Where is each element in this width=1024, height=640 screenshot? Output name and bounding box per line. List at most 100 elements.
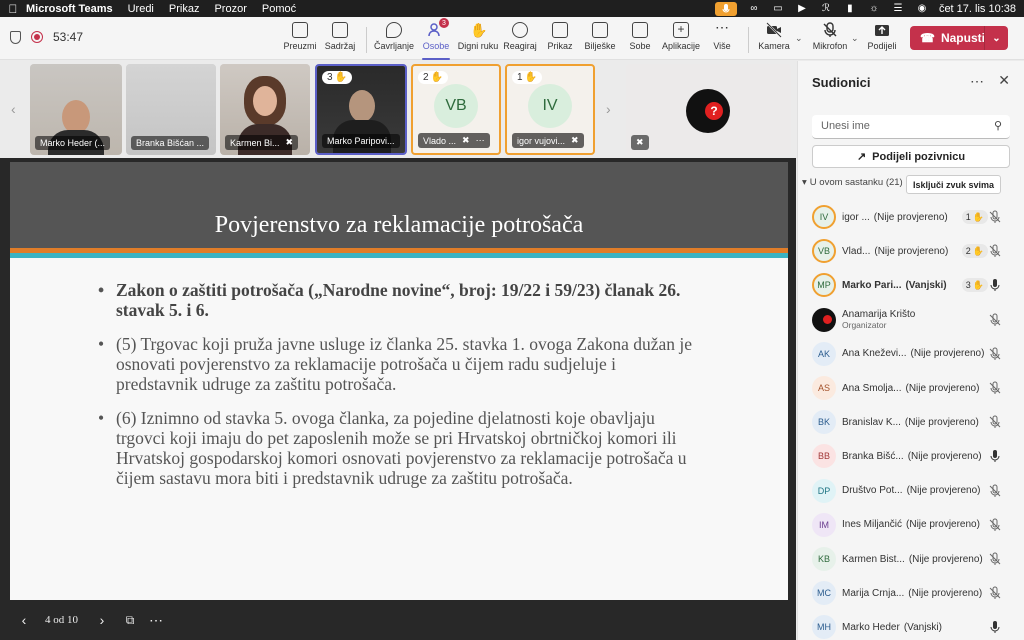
- participant-tag: (Nije provjereno): [906, 519, 980, 531]
- participant-row[interactable]: BB Branka Bišć... (Nije provjereno): [812, 443, 1018, 469]
- slide-grid-icon[interactable]: ⧉: [122, 613, 138, 628]
- video-tile-marko-paripovic[interactable]: 3 ✋ Marko Paripovi...: [315, 64, 407, 155]
- mic-off-icon[interactable]: [988, 210, 1002, 224]
- volume-icon[interactable]: ▶: [795, 3, 809, 14]
- menu-uredi[interactable]: Uredi: [128, 3, 154, 15]
- apple-menu-icon[interactable]: : [0, 2, 26, 16]
- mic-options-chevron-icon[interactable]: ⌄: [851, 33, 859, 44]
- slide-more-icon[interactable]: ⋯: [148, 612, 164, 629]
- participant-name-label: Marko Paripovi...: [322, 134, 400, 148]
- participant-row[interactable]: MH Marko Heder (Vanjski): [812, 614, 1018, 640]
- share-invite-icon: ↗: [856, 151, 867, 163]
- gallery-prev-icon[interactable]: ‹: [11, 101, 16, 117]
- participant-row[interactable]: AS Ana Smolja... (Nije provjereno): [812, 375, 1018, 401]
- prev-slide-icon[interactable]: ‹: [16, 612, 32, 628]
- participant-row[interactable]: DP Društvo Pot... (Nije provjereno): [812, 478, 1018, 504]
- people-button[interactable]: 3 Osobe: [414, 18, 458, 60]
- mic-off-icon[interactable]: [988, 586, 1002, 600]
- mic-on-icon[interactable]: [988, 449, 1002, 463]
- raise-hand-button[interactable]: ✋ Digni ruku: [456, 22, 500, 56]
- participant-avatar: IM: [812, 512, 836, 537]
- share-invite-button[interactable]: ↗ Podijeli pozivnicu: [812, 145, 1010, 168]
- mic-off-icon[interactable]: [988, 313, 1002, 327]
- mic-off-icon[interactable]: [988, 518, 1002, 532]
- participant-row[interactable]: MC Marija Crnja... (Nije provjereno): [812, 580, 1018, 606]
- bluetooth-icon[interactable]: ℛ: [819, 3, 833, 14]
- video-tile-karmen[interactable]: Karmen Bi... ✖: [220, 64, 310, 155]
- apps-button[interactable]: + Aplikacije: [659, 22, 703, 56]
- search-input[interactable]: Unesi ime ⚲: [812, 115, 1010, 139]
- more-options-icon[interactable]: ⋯: [476, 135, 485, 146]
- screen-mirroring-icon[interactable]: ▭: [771, 3, 785, 14]
- participant-row[interactable]: IV igor ... (Nije provjereno) 1 ✋: [812, 204, 1018, 230]
- participant-name-block: Marija Crnja... (Nije provjereno): [842, 588, 982, 599]
- participant-row[interactable]: Anamarija Krišto Organizator: [812, 307, 1018, 333]
- menubar-clock[interactable]: čet 17. lis 10:38: [939, 3, 1016, 15]
- mic-off-icon[interactable]: [988, 244, 1002, 258]
- close-icon[interactable]: ✕: [998, 72, 1010, 89]
- participant-avatar: DP: [812, 478, 836, 503]
- gallery-next-icon[interactable]: ›: [606, 101, 611, 117]
- mute-all-button[interactable]: Isključi zvuk svima: [906, 175, 1002, 194]
- mic-off-icon[interactable]: [988, 552, 1002, 566]
- video-tile-igor[interactable]: IV 1 ✋ igor vujovi... ✖: [505, 64, 595, 155]
- video-tile-marko-heder[interactable]: Marko Heder (...: [30, 64, 122, 155]
- participant-avatar: MH: [812, 615, 836, 640]
- participant-name-label: igor vujovi... ✖: [512, 133, 584, 148]
- raised-hand-badge: 3 ✋: [322, 71, 353, 84]
- mic-off-icon[interactable]: [988, 484, 1002, 498]
- panel-more-icon[interactable]: ⋯: [970, 73, 984, 90]
- more-button[interactable]: ⋯ Više: [700, 20, 744, 56]
- camera-button[interactable]: Kamera: [752, 22, 796, 56]
- menu-pomoc[interactable]: Pomoć: [262, 3, 296, 15]
- leave-button[interactable]: ☎ Napusti ⌄: [910, 26, 1008, 50]
- video-tile-organizer[interactable]: ? ✖: [626, 64, 791, 155]
- mic-off-icon[interactable]: [988, 347, 1002, 361]
- participant-name: Marko Heder: [842, 621, 900, 633]
- participant-avatar: AS: [812, 376, 836, 400]
- participant-tag: (Vanjski): [903, 621, 942, 633]
- menu-app-name[interactable]: Microsoft Teams: [26, 3, 113, 15]
- microphone-button[interactable]: Mikrofon: [808, 22, 852, 56]
- recording-icon[interactable]: [31, 31, 43, 43]
- rooms-button[interactable]: Sobe: [618, 22, 662, 56]
- shield-icon[interactable]: [10, 30, 21, 44]
- raise-hand-icon: ✋: [972, 211, 984, 222]
- mic-off-icon[interactable]: [988, 415, 1002, 429]
- participant-row[interactable]: AK Ana Kneževi... (Nije provjereno): [812, 341, 1018, 367]
- siri-icon[interactable]: ◉: [915, 3, 929, 14]
- menu-prozor[interactable]: Prozor: [214, 3, 246, 15]
- react-button[interactable]: Reagiraj: [498, 22, 542, 56]
- in-meeting-section-toggle[interactable]: ▾ U ovom sastanku (21): [802, 177, 903, 188]
- participant-name-label: Branka Bišćan ...: [131, 136, 210, 150]
- camera-options-chevron-icon[interactable]: ⌄: [795, 33, 803, 44]
- mic-in-use-icon[interactable]: [714, 1, 737, 16]
- video-tile-branka-biscan[interactable]: Branka Bišćan ...: [126, 64, 216, 155]
- next-slide-icon[interactable]: ›: [94, 612, 110, 628]
- control-center-icon[interactable]: ☰: [891, 3, 905, 14]
- take-control-button[interactable]: Preuzmi: [278, 22, 322, 56]
- participant-tag: (Nije provjereno): [908, 587, 983, 599]
- participant-row[interactable]: VB Vlad... (Nije provjereno) 2 ✋: [812, 238, 1018, 264]
- infinity-icon[interactable]: ∞: [747, 3, 761, 14]
- hand-order: 1: [965, 212, 971, 222]
- view-button[interactable]: Prikaz: [538, 22, 582, 56]
- mic-on-icon[interactable]: [988, 278, 1002, 292]
- participant-row[interactable]: BK Branislav K... (Nije provjereno): [812, 409, 1018, 435]
- battery-icon[interactable]: ▮: [843, 3, 857, 14]
- share-content-button[interactable]: Sadržaj: [318, 22, 362, 56]
- participant-row[interactable]: MP Marko Pari... (Vanjski) 3 ✋: [812, 272, 1018, 298]
- share-button[interactable]: Podijeli: [860, 22, 904, 56]
- participant-row[interactable]: IM Ines Miljančić (Nije provjereno): [812, 512, 1018, 538]
- mic-on-icon[interactable]: [988, 620, 1002, 634]
- menu-prikaz[interactable]: Prikaz: [169, 3, 200, 15]
- participant-row[interactable]: KB Karmen Bist... (Nije provjereno): [812, 546, 1018, 572]
- mic-off-icon[interactable]: [988, 381, 1002, 395]
- video-tile-vlado[interactable]: VB 2 ✋ Vlado ... ✖ ⋯: [411, 64, 501, 155]
- leave-options-chevron-icon[interactable]: ⌄: [984, 26, 1008, 50]
- notes-button[interactable]: Bilješke: [578, 22, 622, 56]
- participant-name: Ana Smolja...: [842, 382, 902, 394]
- participant-name: Marija Crnja...: [842, 587, 905, 599]
- wifi-icon[interactable]: ☼: [867, 3, 881, 14]
- chat-button[interactable]: Čavrljanje: [372, 22, 416, 56]
